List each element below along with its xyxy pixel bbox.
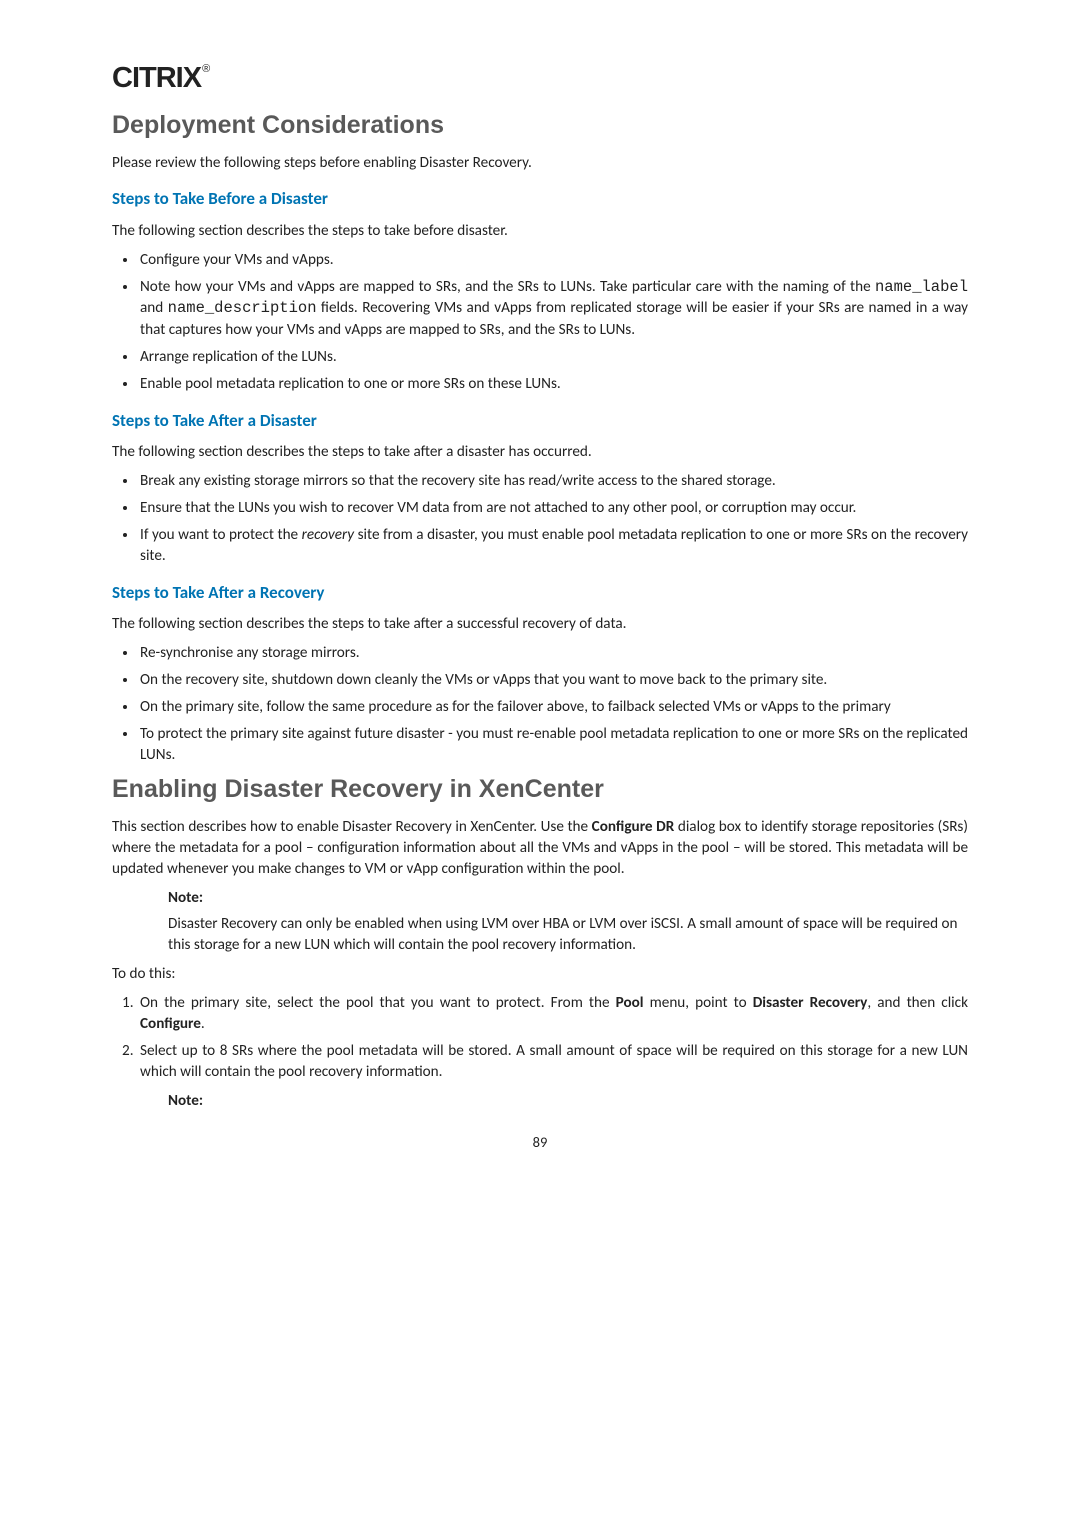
list-item: Enable pool metadata replication to one … — [138, 374, 968, 395]
note-body: Disaster Recovery can only be enabled wh… — [168, 914, 968, 956]
note-title: Note: — [168, 888, 968, 909]
text-span: This section describes how to enable Dis… — [112, 818, 592, 836]
heading-enabling-dr: Enabling Disaster Recovery in XenCenter — [112, 772, 968, 807]
citrix-logo: CITRIX® — [112, 58, 968, 98]
subheading-after-recovery: Steps to Take After a Recovery — [112, 581, 968, 604]
bold-configure-dr: Configure DR — [592, 818, 675, 836]
page-number: 89 — [112, 1132, 968, 1152]
list-item: If you want to protect the recovery site… — [138, 525, 968, 567]
text-span: . — [201, 1015, 205, 1033]
after-recovery-intro: The following section describes the step… — [112, 614, 968, 635]
before-disaster-list: Configure your VMs and vApps. Note how y… — [112, 250, 968, 395]
list-item: Arrange replication of the LUNs. — [138, 347, 968, 368]
list-item: Note how your VMs and vApps are mapped t… — [138, 277, 968, 341]
list-item: Configure your VMs and vApps. — [138, 250, 968, 271]
list-item: On the primary site, follow the same pro… — [138, 697, 968, 718]
list-item: On the recovery site, shutdown down clea… — [138, 670, 968, 691]
logo-reg-mark: ® — [202, 63, 209, 75]
text-span: Note how your VMs and vApps are mapped t… — [140, 278, 875, 296]
list-item: Break any existing storage mirrors so th… — [138, 471, 968, 492]
list-item: To protect the primary site against futu… — [138, 724, 968, 766]
heading-deployment-considerations: Deployment Considerations — [112, 108, 968, 143]
text-span: On the primary site, select the pool tha… — [140, 994, 616, 1012]
intro-paragraph: Please review the following steps before… — [112, 153, 968, 174]
list-item: On the primary site, select the pool tha… — [137, 993, 968, 1035]
text-span: , and then click — [867, 994, 968, 1012]
subheading-before-disaster: Steps to Take Before a Disaster — [112, 187, 968, 210]
code-name-description: name_description — [168, 299, 317, 317]
emphasis-recovery: recovery — [302, 526, 354, 544]
bold-pool: Pool — [616, 994, 644, 1012]
logo-text: CITRIX — [112, 62, 201, 94]
before-disaster-intro: The following section describes the step… — [112, 221, 968, 242]
list-item: Ensure that the LUNs you wish to recover… — [138, 498, 968, 519]
after-disaster-intro: The following section describes the step… — [112, 442, 968, 463]
bold-configure: Configure — [140, 1015, 201, 1033]
to-do-this: To do this: — [112, 964, 968, 985]
code-name-label: name_label — [875, 278, 968, 296]
note-title: Note: — [168, 1091, 968, 1112]
subheading-after-disaster: Steps to Take After a Disaster — [112, 409, 968, 432]
enabling-dr-paragraph: This section describes how to enable Dis… — [112, 817, 968, 880]
text-span: If you want to protect the — [140, 526, 302, 544]
text-span: and — [140, 299, 168, 317]
list-item: Re-synchronise any storage mirrors. — [138, 643, 968, 664]
list-item: Select up to 8 SRs where the pool metada… — [137, 1041, 968, 1083]
after-disaster-list: Break any existing storage mirrors so th… — [112, 471, 968, 567]
procedure-list: On the primary site, select the pool tha… — [112, 993, 968, 1083]
bold-disaster-recovery: Disaster Recovery — [753, 994, 868, 1012]
note-block: Note: — [168, 1091, 968, 1112]
note-block: Note: Disaster Recovery can only be enab… — [168, 888, 968, 957]
text-span: menu, point to — [644, 994, 753, 1012]
after-recovery-list: Re-synchronise any storage mirrors. On t… — [112, 643, 968, 766]
